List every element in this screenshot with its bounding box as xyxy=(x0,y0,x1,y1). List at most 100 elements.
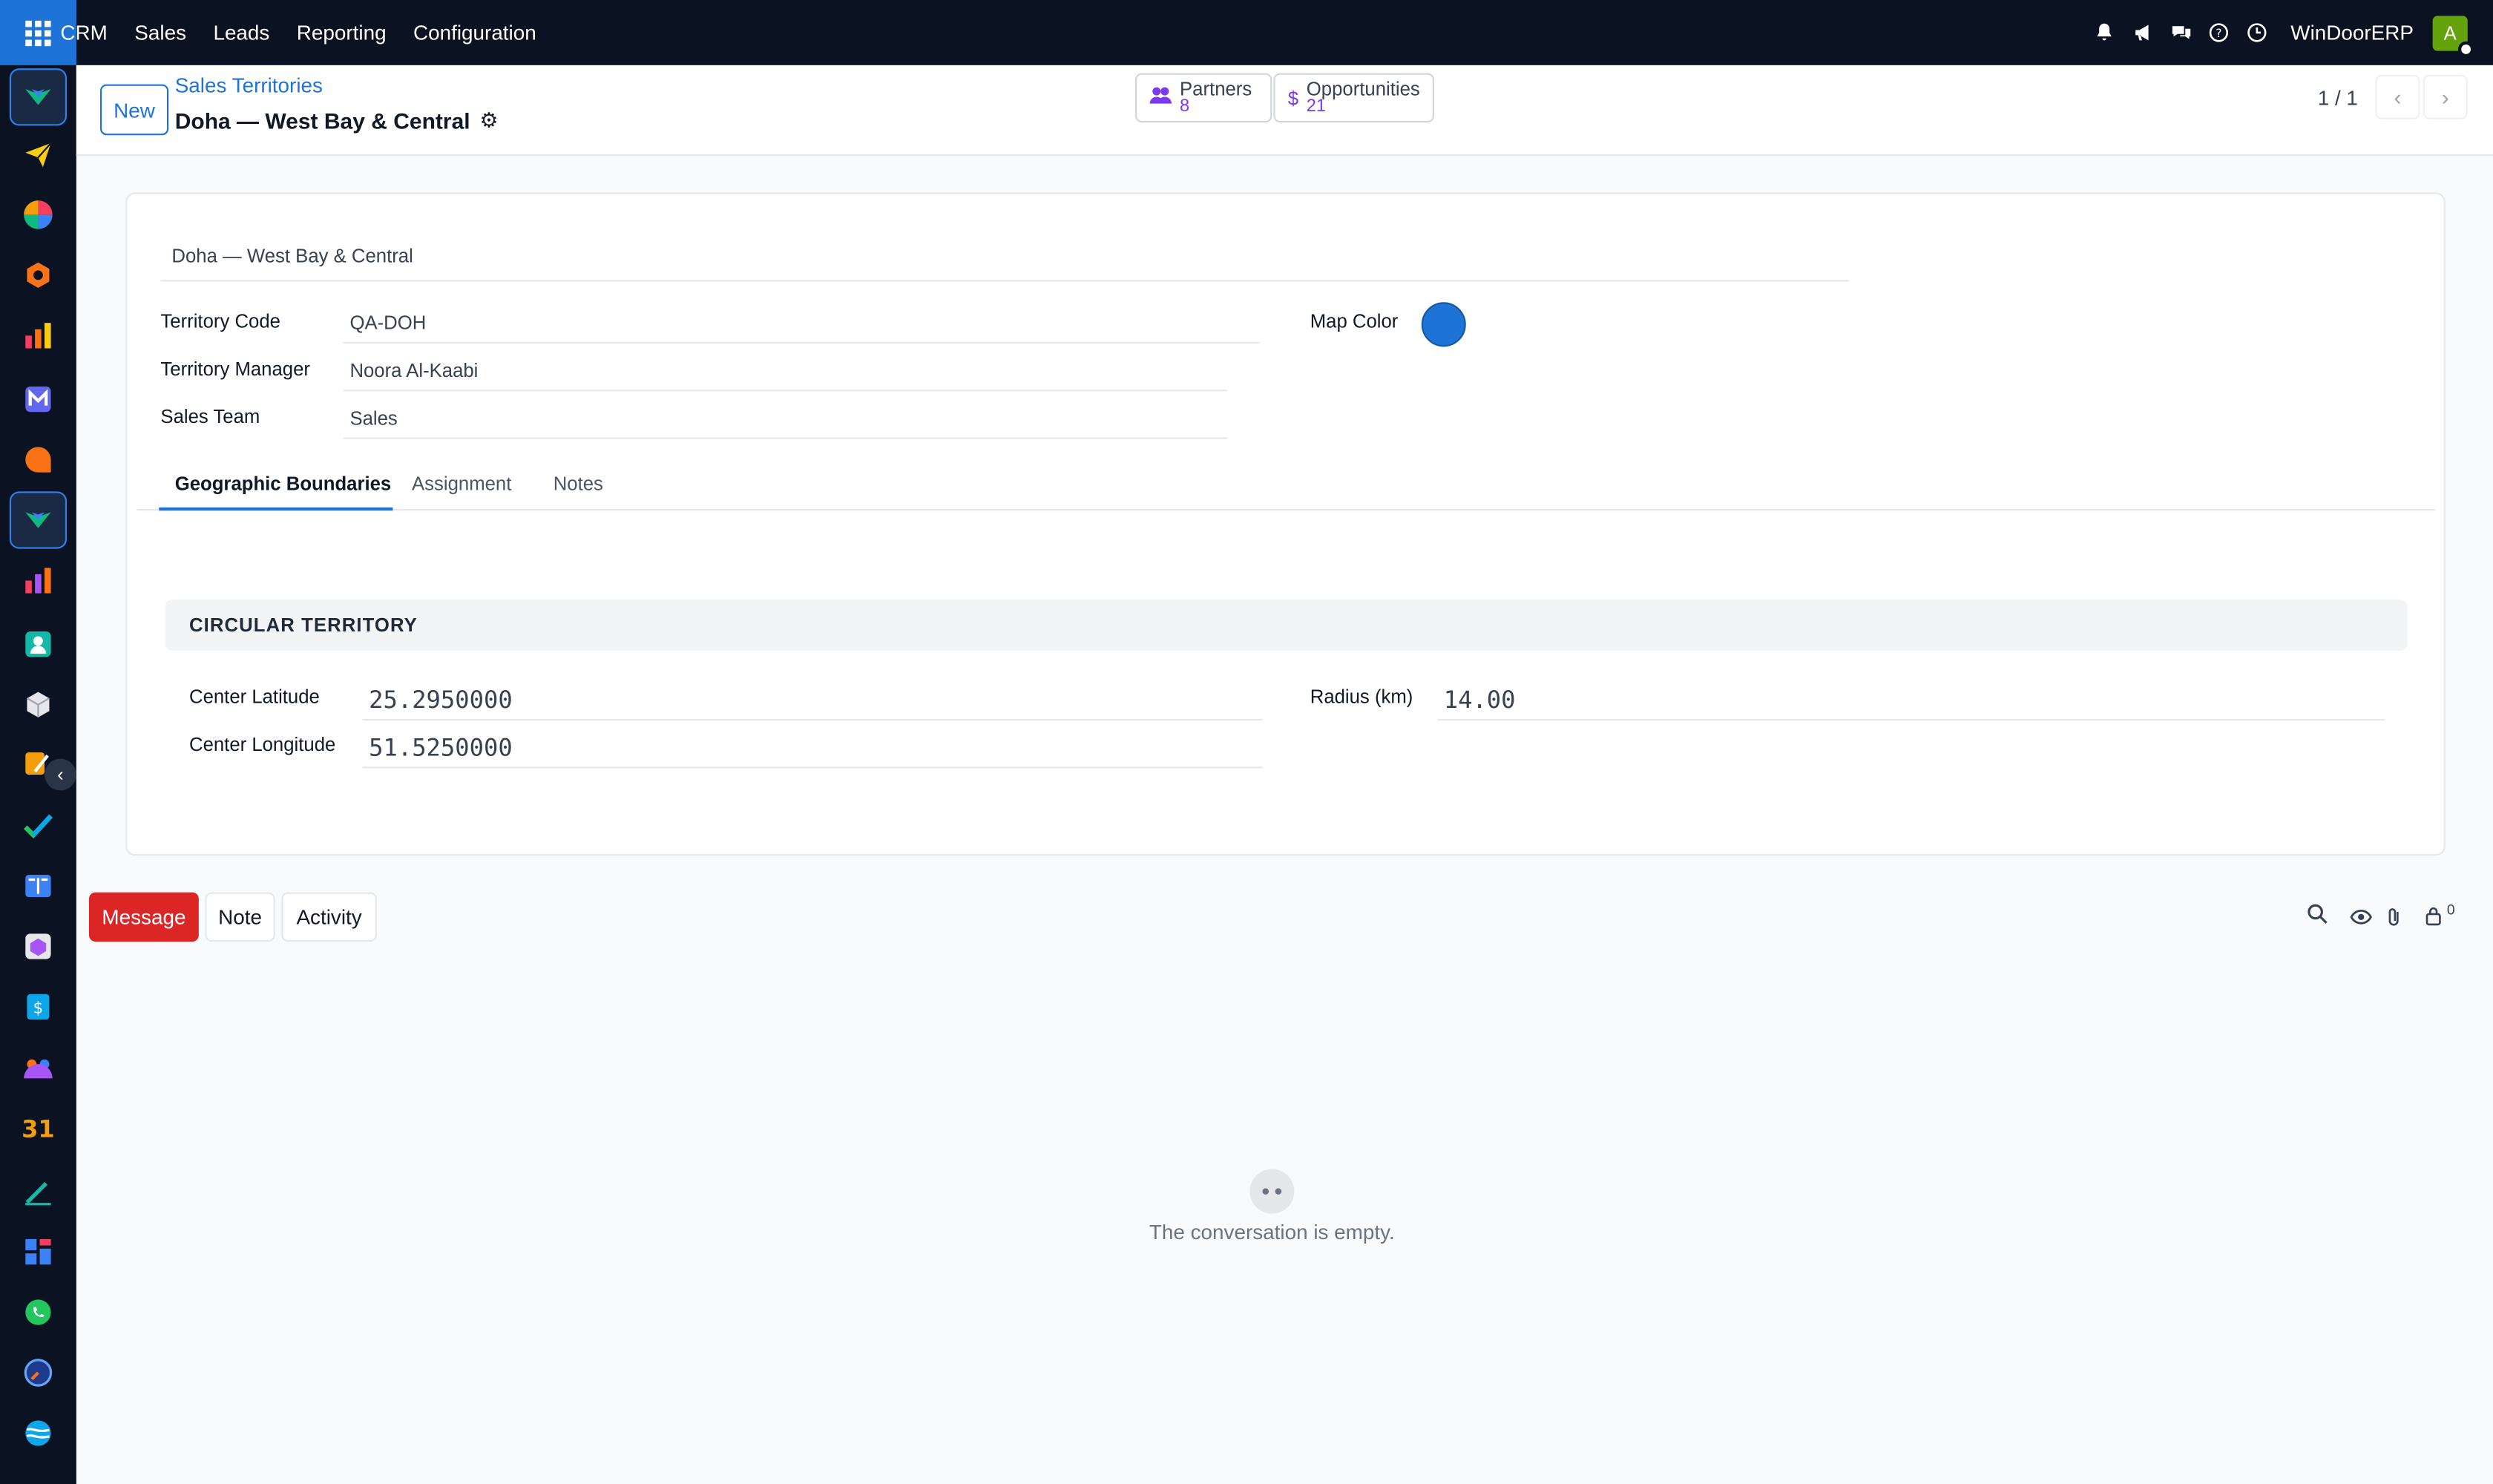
bar-chart-icon xyxy=(25,568,51,594)
log-note-button[interactable]: Note xyxy=(205,892,275,942)
presence-dot xyxy=(2457,40,2474,57)
partners-label: Partners xyxy=(1180,76,1252,99)
help-icon[interactable]: ? xyxy=(2201,15,2236,50)
svg-text:?: ? xyxy=(2216,26,2222,40)
menu-crm[interactable]: CRM xyxy=(60,21,107,45)
territory-name-input[interactable]: Doha — West Bay & Central xyxy=(160,232,1850,282)
sidebar-item-inventory[interactable] xyxy=(10,246,67,303)
pager-previous-button[interactable]: ‹ xyxy=(2375,74,2420,119)
sidebar-item-website[interactable] xyxy=(10,1405,67,1462)
whatsapp-icon xyxy=(25,1299,51,1325)
sidebar-item-mail[interactable] xyxy=(10,370,67,427)
calendar-31-icon: 31 xyxy=(22,1115,54,1143)
menu-sales[interactable]: Sales xyxy=(134,21,186,45)
center-latitude-input[interactable]: 25.2950000 xyxy=(362,679,1263,721)
contact-card-icon xyxy=(25,631,51,657)
pager-next-button[interactable]: › xyxy=(2423,74,2468,119)
avatar-initial: A xyxy=(2443,21,2457,44)
followers-count: 0 xyxy=(2446,902,2455,918)
gear-icon[interactable]: ⚙ xyxy=(479,108,498,134)
grid-icon xyxy=(25,19,51,46)
bell-icon[interactable] xyxy=(2087,15,2122,50)
box-icon xyxy=(27,262,50,289)
cube-icon xyxy=(26,692,50,718)
sidebar-item-timesheets[interactable] xyxy=(10,1344,67,1401)
activity-button[interactable]: Activity xyxy=(281,892,377,942)
sidebar-item-whatsapp[interactable] xyxy=(10,1284,67,1341)
sidebar-item-reports[interactable] xyxy=(10,307,67,364)
users-icon xyxy=(1149,86,1172,110)
opportunities-label: Opportunities xyxy=(1306,76,1420,99)
crm-app-icon xyxy=(25,512,51,528)
sidebar-item-sales-territories[interactable] xyxy=(9,68,68,126)
sidebar-item-calendar[interactable]: 31 xyxy=(10,1099,67,1156)
partners-smart-button[interactable]: Partners 8 xyxy=(1135,73,1272,123)
search-icon[interactable] xyxy=(2307,904,2328,929)
sidebar-item-discuss[interactable] xyxy=(10,431,67,488)
sales-team-input[interactable]: Sales xyxy=(343,398,1228,439)
radius-input[interactable]: 14.00 xyxy=(1437,679,2385,721)
chat-bubble-icon xyxy=(25,447,51,473)
package-icon xyxy=(25,933,51,959)
control-panel: New Sales Territories Doha — West Bay & … xyxy=(76,65,2493,157)
record-title-text: Doha — West Bay & Central xyxy=(174,108,470,134)
map-color-picker[interactable] xyxy=(1421,302,1466,347)
tab-notes[interactable]: Notes xyxy=(554,473,603,495)
company-switcher[interactable]: WinDoorERP xyxy=(2290,21,2414,45)
pager-value[interactable]: 1 / 1 xyxy=(2318,86,2358,110)
breadcrumb-sales-territories[interactable]: Sales Territories xyxy=(175,73,323,97)
new-button[interactable]: New xyxy=(100,84,169,136)
bar-chart-icon xyxy=(25,323,51,349)
follower-lock-icon[interactable] xyxy=(2425,905,2443,930)
user-avatar[interactable]: A xyxy=(2432,15,2474,57)
sidebar-item-sign[interactable] xyxy=(10,1163,67,1220)
sales-team-label: Sales Team xyxy=(160,405,260,428)
pen-icon xyxy=(25,1182,51,1206)
sidebar-item-email-marketing[interactable] xyxy=(10,125,67,183)
sidebar-item-analytics[interactable] xyxy=(10,552,67,609)
opportunities-count: 21 xyxy=(1306,96,1327,116)
map-color-label: Map Color xyxy=(1310,310,1399,333)
paper-plane-icon xyxy=(25,142,52,168)
territory-code-input[interactable]: QA-DOH xyxy=(343,302,1260,344)
opportunities-smart-button[interactable]: $ Opportunities 21 xyxy=(1273,73,1434,123)
clock-icon[interactable] xyxy=(2240,15,2275,50)
sidebar-item-dashboards[interactable] xyxy=(10,186,67,243)
form-sheet: Doha — West Bay & Central Territory Code… xyxy=(125,192,2446,856)
sidebar-item-project[interactable] xyxy=(10,797,67,854)
menu-reporting[interactable]: Reporting xyxy=(297,21,387,45)
check-icon xyxy=(24,814,53,839)
sidebar-item-invoicing[interactable]: $ xyxy=(10,978,67,1035)
empty-conversation: The conversation is empty. xyxy=(1113,1169,1431,1244)
center-latitude-label: Center Latitude xyxy=(189,685,320,708)
sidebar-item-employees[interactable] xyxy=(10,1039,67,1096)
active-tab-indicator xyxy=(159,507,393,511)
megaphone-icon[interactable] xyxy=(2125,15,2160,50)
chevron-left-icon: ‹ xyxy=(2394,84,2402,110)
section-title: CIRCULAR TERRITORY xyxy=(165,600,2408,651)
chat-icon[interactable] xyxy=(2164,15,2198,50)
sidebar-item-purchase[interactable] xyxy=(10,918,67,975)
blocks-icon xyxy=(25,1238,51,1265)
send-message-button[interactable]: Message xyxy=(89,892,199,942)
sidebar-item-contacts[interactable] xyxy=(10,616,67,673)
clock-icon xyxy=(24,1359,53,1387)
dollar-icon: $ xyxy=(1287,86,1299,109)
menu-configuration[interactable]: Configuration xyxy=(413,21,536,45)
sidebar-item-spreadsheet[interactable] xyxy=(10,1224,67,1281)
eye-icon[interactable] xyxy=(2350,907,2372,930)
empty-face-icon xyxy=(1249,1169,1295,1214)
tab-assignment[interactable]: Assignment xyxy=(412,473,511,495)
sidebar-item-knowledge[interactable] xyxy=(10,857,67,914)
sidebar-item-products[interactable] xyxy=(10,676,67,733)
territory-manager-input[interactable]: Noora Al-Kaabi xyxy=(343,350,1228,392)
sidebar-collapse-button[interactable]: ‹ xyxy=(45,758,76,791)
menu-leads[interactable]: Leads xyxy=(213,21,269,45)
empty-conversation-text: The conversation is empty. xyxy=(1149,1220,1395,1244)
radius-label: Radius (km) xyxy=(1310,685,1413,708)
sidebar-item-crm[interactable] xyxy=(9,491,68,549)
people-icon xyxy=(24,1059,53,1079)
center-longitude-input[interactable]: 51.5250000 xyxy=(362,727,1263,769)
tab-geographic-boundaries[interactable]: Geographic Boundaries xyxy=(175,473,392,495)
paperclip-icon[interactable] xyxy=(2385,907,2402,932)
